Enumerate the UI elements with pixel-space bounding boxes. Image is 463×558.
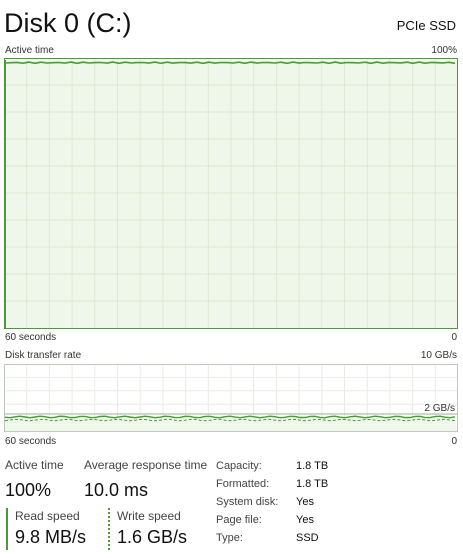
property-row: Type: SSD xyxy=(216,529,328,547)
property-key: Capacity: xyxy=(216,460,262,472)
active-time-graph-max: 100% xyxy=(431,45,457,56)
transfer-secondary-scale: 2 GB/s xyxy=(424,403,455,414)
write-speed-label: Write speed xyxy=(117,509,181,523)
transfer-graph-max: 10 GB/s xyxy=(420,350,457,361)
active-time-stat-label: Active time xyxy=(5,458,64,472)
read-speed-block: Read speed 9.8 MB/s xyxy=(6,508,86,550)
read-speed-value: 9.8 MB/s xyxy=(15,527,87,547)
property-row: System disk: Yes xyxy=(216,493,328,511)
page-title: Disk 0 (C:) xyxy=(4,8,132,38)
read-speed-label: Read speed xyxy=(15,509,80,523)
property-value: 1.8 TB xyxy=(296,478,329,490)
active-time-stat-value: 100% xyxy=(5,480,52,500)
write-speed-value: 1.6 GB/s xyxy=(117,527,188,547)
avg-response-stat-value: 10.0 ms xyxy=(84,480,149,500)
transfer-time-span-label: 60 seconds xyxy=(5,436,57,447)
property-row: Capacity: 1.8 TB xyxy=(216,457,328,475)
transfer-graph-label: Disk transfer rate xyxy=(5,350,82,361)
property-value: Yes xyxy=(296,496,314,508)
avg-response-stat-label: Average response time xyxy=(84,458,208,472)
property-row: Page file: Yes xyxy=(216,511,328,529)
active-time-min-label: 0 xyxy=(451,332,457,343)
transfer-rate-graph xyxy=(4,364,458,432)
active-time-graph xyxy=(4,58,458,329)
property-value: Yes xyxy=(296,514,314,526)
property-key: System disk: xyxy=(216,496,279,508)
disk-properties-table: Capacity: 1.8 TB Formatted: 1.8 TB Syste… xyxy=(216,457,328,547)
write-speed-block: Write speed 1.6 GB/s xyxy=(108,508,187,550)
property-value: SSD xyxy=(296,532,319,544)
property-key: Type: xyxy=(216,532,243,544)
property-row: Formatted: 1.8 TB xyxy=(216,475,328,493)
active-time-graph-label: Active time xyxy=(5,45,54,56)
active-time-span-label: 60 seconds xyxy=(5,332,57,343)
drive-type-label: PCIe SSD xyxy=(396,18,456,33)
transfer-min-label: 0 xyxy=(451,436,457,447)
property-value: 1.8 TB xyxy=(296,460,329,472)
property-key: Page file: xyxy=(216,514,262,526)
property-key: Formatted: xyxy=(216,478,270,490)
